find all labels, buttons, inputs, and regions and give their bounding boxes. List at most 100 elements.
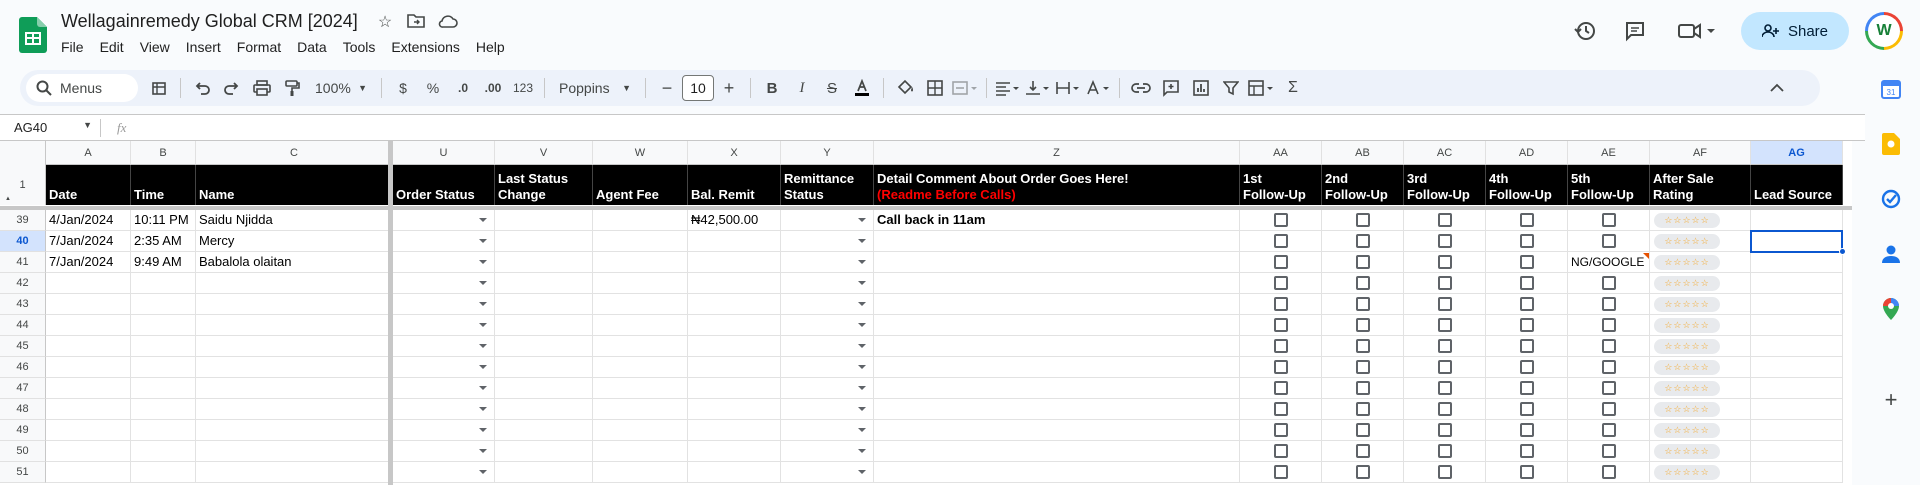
sheets-logo-icon[interactable] xyxy=(19,17,47,53)
cell-bal-remit[interactable] xyxy=(688,252,781,273)
cell-bal-remit[interactable] xyxy=(688,315,781,336)
cell-time[interactable] xyxy=(131,441,196,462)
dropdown-cell-remit-status[interactable] xyxy=(781,273,874,294)
cell-comment[interactable] xyxy=(874,273,1240,294)
dropdown-cell-order-status[interactable] xyxy=(393,315,495,336)
checkbox[interactable] xyxy=(1520,402,1534,416)
dropdown-cell-remit-status[interactable] xyxy=(781,462,874,483)
dropdown-cell-remit-status[interactable] xyxy=(781,378,874,399)
decrease-font-size-button[interactable]: − xyxy=(654,74,680,102)
header-cell-fu1[interactable]: 1st Follow-Up xyxy=(1240,165,1322,205)
frozen-row-divider[interactable] xyxy=(0,206,1852,210)
column-header-w[interactable]: W xyxy=(593,141,688,165)
checkbox[interactable] xyxy=(1274,381,1288,395)
text-rotation-icon[interactable] xyxy=(1085,74,1111,102)
cell-agent-fee[interactable] xyxy=(593,462,688,483)
cell-last-change[interactable] xyxy=(495,336,593,357)
cell-comment[interactable] xyxy=(874,420,1240,441)
checkbox[interactable] xyxy=(1438,297,1452,311)
header-cell-date[interactable]: Date xyxy=(46,165,131,205)
star-rating[interactable]: ☆☆☆☆☆ xyxy=(1654,339,1720,354)
row-header[interactable]: 46 xyxy=(0,357,46,378)
cell-comment[interactable] xyxy=(874,252,1240,273)
cell-name[interactable] xyxy=(196,315,393,336)
column-header-u[interactable]: U xyxy=(393,141,495,165)
meet-icon[interactable] xyxy=(1675,16,1719,46)
cell-time[interactable] xyxy=(131,462,196,483)
menu-extensions[interactable]: Extensions xyxy=(383,37,467,57)
cell-bal-remit[interactable] xyxy=(688,399,781,420)
fill-color-icon[interactable] xyxy=(892,74,918,102)
cell-time[interactable] xyxy=(131,273,196,294)
checkbox[interactable] xyxy=(1438,423,1452,437)
checkbox[interactable] xyxy=(1438,255,1452,269)
checkbox[interactable] xyxy=(1356,339,1370,353)
star-rating[interactable]: ☆☆☆☆☆ xyxy=(1654,276,1720,291)
cell-lead-source[interactable] xyxy=(1751,378,1843,399)
header-cell-bal-remit[interactable]: Bal. Remit xyxy=(688,165,781,205)
cell-name[interactable] xyxy=(196,462,393,483)
column-header-af[interactable]: AF xyxy=(1650,141,1751,165)
keep-icon[interactable] xyxy=(1880,133,1902,155)
star-rating[interactable]: ☆☆☆☆☆ xyxy=(1654,318,1720,333)
header-cell-rating[interactable]: After Sale Rating xyxy=(1650,165,1751,205)
cell-date[interactable] xyxy=(46,399,131,420)
cell-name[interactable]: Saidu Njidda xyxy=(196,210,393,231)
maps-icon[interactable] xyxy=(1880,298,1902,320)
menu-tools[interactable]: Tools xyxy=(335,37,384,57)
cell-last-change[interactable] xyxy=(495,252,593,273)
dropdown-cell-remit-status[interactable] xyxy=(781,231,874,252)
menu-view[interactable]: View xyxy=(132,37,178,57)
cell-name[interactable] xyxy=(196,399,393,420)
cell-date[interactable] xyxy=(46,315,131,336)
row-header[interactable]: 42 xyxy=(0,273,46,294)
name-box[interactable]: AG40 ▼ xyxy=(0,120,100,135)
filter-icon[interactable] xyxy=(1218,74,1244,102)
star-icon[interactable]: ☆ xyxy=(375,13,395,33)
cell-date[interactable] xyxy=(46,441,131,462)
checkbox[interactable] xyxy=(1274,360,1288,374)
toggle-tools-icon[interactable] xyxy=(146,74,172,102)
cell-comment[interactable] xyxy=(874,357,1240,378)
bold-icon[interactable]: B xyxy=(759,74,785,102)
cell-agent-fee[interactable] xyxy=(593,315,688,336)
menu-data[interactable]: Data xyxy=(289,37,335,57)
checkbox[interactable] xyxy=(1520,318,1534,332)
cell-comment[interactable] xyxy=(874,336,1240,357)
cell-agent-fee[interactable] xyxy=(593,336,688,357)
checkbox[interactable] xyxy=(1274,444,1288,458)
paint-format-icon[interactable] xyxy=(279,74,305,102)
checkbox[interactable] xyxy=(1438,339,1452,353)
header-cell-lead-source[interactable]: Lead Source xyxy=(1751,165,1843,205)
star-rating[interactable]: ☆☆☆☆☆ xyxy=(1654,234,1720,249)
column-header-ad[interactable]: AD xyxy=(1486,141,1568,165)
document-title[interactable]: Wellagainremedy Global CRM [2024] xyxy=(61,11,358,32)
cell-last-change[interactable] xyxy=(495,294,593,315)
dropdown-cell-remit-status[interactable] xyxy=(781,294,874,315)
star-rating[interactable]: ☆☆☆☆☆ xyxy=(1654,360,1720,375)
cell-bal-remit[interactable] xyxy=(688,420,781,441)
checkbox[interactable] xyxy=(1274,297,1288,311)
cell-last-change[interactable] xyxy=(495,357,593,378)
insert-chart-icon[interactable] xyxy=(1188,74,1214,102)
cell-comment[interactable] xyxy=(874,399,1240,420)
header-cell-comment[interactable]: Detail Comment About Order Goes Here! (Re… xyxy=(874,165,1240,205)
checkbox[interactable] xyxy=(1520,465,1534,479)
checkbox[interactable] xyxy=(1274,318,1288,332)
cell-agent-fee[interactable] xyxy=(593,294,688,315)
column-header-ac[interactable]: AC xyxy=(1404,141,1486,165)
cloud-status-icon[interactable] xyxy=(438,13,458,33)
cell-comment[interactable] xyxy=(874,294,1240,315)
cell-date[interactable]: 4/Jan/2024 xyxy=(46,210,131,231)
move-folder-icon[interactable] xyxy=(406,13,426,33)
dropdown-cell-order-status[interactable] xyxy=(393,462,495,483)
cell-time[interactable]: 2:35 AM xyxy=(131,231,196,252)
cell-lead-source[interactable] xyxy=(1751,252,1843,273)
fill-handle[interactable] xyxy=(1839,248,1846,255)
header-cell-agent-fee[interactable]: Agent Fee xyxy=(593,165,688,205)
header-cell-fu2[interactable]: 2nd Follow-Up xyxy=(1322,165,1404,205)
dropdown-cell-order-status[interactable] xyxy=(393,294,495,315)
star-rating[interactable]: ☆☆☆☆☆ xyxy=(1654,297,1720,312)
cell-last-change[interactable] xyxy=(495,378,593,399)
dropdown-cell-order-status[interactable] xyxy=(393,378,495,399)
